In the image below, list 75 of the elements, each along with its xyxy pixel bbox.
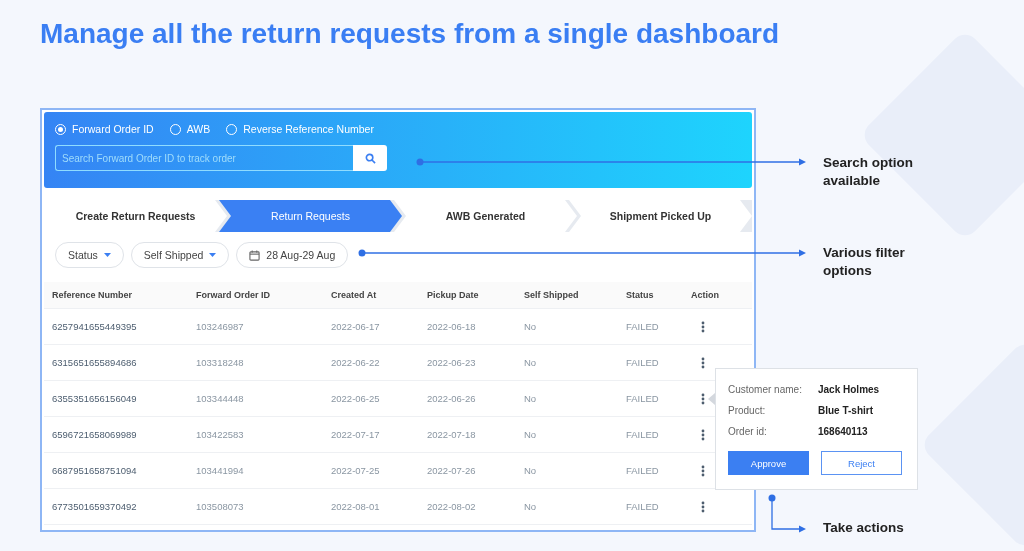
table-cell-text: FAILED: [626, 357, 660, 368]
date-filter[interactable]: 28 Aug-29 Aug: [236, 242, 349, 268]
table-cell-text: 2022-08-02: [427, 501, 477, 512]
step-tab[interactable]: AWB Generated: [394, 200, 577, 232]
table-cell-text: No: [524, 321, 538, 332]
reject-button[interactable]: Reject: [821, 451, 902, 475]
table-cell-text: 6355351656156049: [52, 393, 138, 404]
field-value: Jack Holmes: [818, 384, 881, 395]
search-icon: [364, 152, 376, 164]
table-cell-text: 2022-06-18: [427, 321, 477, 332]
column-header: Status: [626, 290, 655, 300]
more-icon[interactable]: [701, 356, 705, 369]
table-cell-text: 103246987: [196, 321, 245, 332]
table-cell-text: 2022-06-26: [427, 393, 477, 404]
table-cell-text: 6687951658751094: [52, 465, 138, 476]
table-cell-text: 2022-06-22: [331, 357, 381, 368]
page-heading: Manage all the return requests from a single dashboard: [40, 17, 780, 51]
table-cell-text: 2022-07-17: [331, 429, 381, 440]
table-cell-text: FAILED: [626, 393, 660, 404]
table-cell-text: No: [524, 465, 538, 476]
step-tab[interactable]: Shipment Picked Up: [569, 200, 752, 232]
field-value: 168640113: [818, 426, 869, 437]
table-cell-text: FAILED: [626, 465, 660, 476]
table-cell-text: 2022-06-17: [331, 321, 381, 332]
column-header: Forward Order ID: [196, 290, 271, 300]
field-value: Blue T-shirt: [818, 405, 874, 416]
table-cell-text: 2022-07-26: [427, 465, 477, 476]
column-header: Pickup Date: [427, 290, 480, 300]
approve-button[interactable]: Approve: [728, 451, 809, 475]
more-icon[interactable]: [701, 392, 705, 405]
step-tab[interactable]: Create Return Requests: [44, 200, 227, 232]
table-cell-text: 6596721658069989: [52, 429, 138, 440]
table-cell-text: 2022-06-25: [331, 393, 381, 404]
filter-dropdown[interactable]: Status: [55, 242, 124, 268]
table-cell-text: FAILED: [626, 501, 660, 512]
table-cell-text: 103422583: [196, 429, 245, 440]
more-icon[interactable]: [701, 428, 705, 441]
table-cell-text: 2022-06-23: [427, 357, 477, 368]
caret-icon: [103, 253, 111, 257]
field-label: Product:: [728, 405, 767, 416]
table-cell-text: 103344448: [196, 393, 245, 404]
table-cell-text: No: [524, 501, 538, 512]
more-icon[interactable]: [701, 464, 705, 477]
table-cell-text: 6773501659370492: [52, 501, 138, 512]
table-cell-text: 6315651655894686: [52, 357, 138, 368]
step-tab[interactable]: Return Requests: [219, 200, 402, 232]
table-cell-text: 103441994: [196, 465, 245, 476]
field-label: Order id:: [728, 426, 768, 437]
column-header: Reference Number: [52, 290, 134, 300]
more-icon[interactable]: [701, 320, 705, 333]
field-label: Customer name:: [728, 384, 803, 395]
table-cell-text: No: [524, 357, 538, 368]
column-header: Self Shipped: [524, 290, 580, 300]
connector-arrow: [768, 494, 806, 533]
table-cell-text: 2022-08-01: [331, 501, 381, 512]
table-cell-text: No: [524, 393, 538, 404]
column-header: Created At: [331, 290, 378, 300]
table-cell-text: 103318248: [196, 357, 245, 368]
callout-label: Various filter options: [823, 244, 906, 280]
column-header: Action: [691, 290, 720, 300]
table-cell-text: FAILED: [626, 321, 660, 332]
more-icon[interactable]: [701, 500, 705, 513]
caret-icon: [209, 253, 217, 257]
calendar-icon: [249, 249, 261, 261]
search-button[interactable]: [353, 145, 387, 171]
table-cell-text: No: [524, 429, 538, 440]
table-cell-text: 103508073: [196, 501, 245, 512]
callout-label: Search option available: [823, 154, 914, 190]
table-cell-text: 6257941655449395: [52, 321, 138, 332]
search-field[interactable]: Search Forward Order ID to track order: [55, 145, 353, 171]
callout-label: Take actions: [823, 519, 905, 537]
filter-dropdown[interactable]: Self Shipped: [130, 242, 230, 268]
table-cell-text: FAILED: [626, 429, 660, 440]
table-cell-text: 2022-07-18: [427, 429, 477, 440]
table-cell-text: 2022-07-25: [331, 465, 381, 476]
